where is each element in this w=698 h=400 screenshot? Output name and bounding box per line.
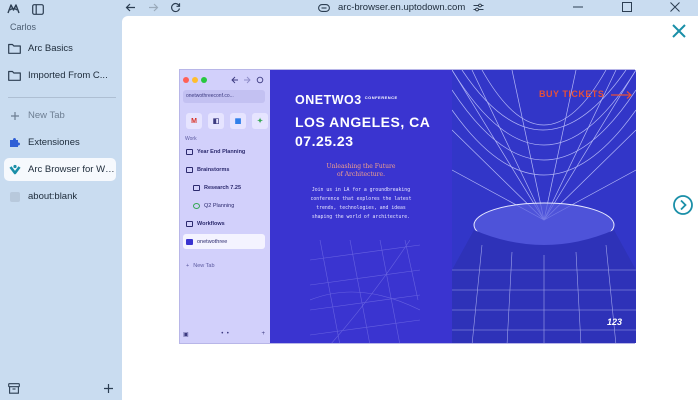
new-tab-button[interactable]: New Tab: [4, 104, 116, 127]
tab-about-blank[interactable]: about:blank: [4, 185, 116, 208]
folder-icon: [8, 43, 21, 54]
hero-subtitle-line: of Architecture.: [336, 171, 385, 178]
add-space-icon[interactable]: [103, 383, 114, 394]
close-lightbox-icon[interactable]: [672, 24, 686, 38]
hero-date: 07.25.23: [295, 133, 354, 149]
hero-city: LOS ANGELES, CA: [295, 114, 431, 130]
space-dots-icon: • •: [221, 331, 229, 337]
screenshot-url-bar: onetwothreeconf.co...: [183, 90, 265, 103]
folder-icon: [193, 184, 200, 191]
folder-icon: [186, 220, 193, 227]
screenshot-tab: Q2 Planning: [190, 198, 272, 213]
profile-name: Carlos: [10, 22, 37, 32]
plus-icon: +: [261, 331, 265, 337]
item-label: Research 7.25: [204, 184, 241, 191]
tab-extensiones[interactable]: Extensiones: [4, 131, 116, 154]
drive-icon: ✦: [252, 113, 268, 129]
hero-body-text: Join us in LA for a groundbreaking confe…: [310, 188, 412, 220]
sidebar-top-controls: [7, 3, 44, 15]
gallery-screenshot: onetwothreeconf.co... M ◧ ▦ ✦ Work Year …: [179, 69, 636, 344]
address-bar[interactable]: arc-browser.en.uptodown.com: [318, 2, 484, 13]
back-icon[interactable]: [125, 2, 136, 13]
architecture-image: BUY TICKETS 123: [452, 70, 636, 343]
window-dots: [183, 77, 207, 83]
item-label: Year End Planning: [197, 148, 246, 155]
arc-menu-icon[interactable]: [7, 3, 20, 15]
folder-label: Imported From C...: [28, 69, 108, 81]
window-close-icon[interactable]: [670, 2, 680, 12]
archive-icon: ▣: [183, 332, 189, 338]
sidebar-divider: [8, 97, 116, 98]
screenshot-nav-icons: [230, 76, 264, 84]
folder-label: Arc Basics: [28, 42, 73, 54]
pinned-app-icon: ◧: [208, 113, 224, 129]
conference-hero: ONETWO3 CONFERENCE LOS ANGELES, CA 07.25.…: [270, 70, 452, 343]
hero-body: Join us in LA for a groundbreaking confe…: [270, 186, 452, 222]
screenshot-new-tab: + New Tab: [183, 258, 265, 273]
tab-favicon: [186, 238, 193, 245]
tab-label: about:blank: [28, 191, 78, 202]
hero-subtitle-line: Unleashing the Future: [326, 163, 396, 170]
dot-green: [201, 77, 207, 83]
item-label: Workflows: [197, 220, 225, 227]
screenshot-tab-selected: onetwothree: [183, 234, 265, 249]
minimize-icon[interactable]: [573, 2, 583, 12]
reload-icon[interactable]: [170, 2, 181, 13]
sidebar: Carlos Arc Basics Imported From C... New…: [0, 0, 122, 400]
folder-icon: [8, 70, 21, 81]
buy-tickets-link: BUY TICKETS: [539, 89, 633, 99]
new-tab-label: New Tab: [28, 110, 65, 121]
web-content: onetwothreeconf.co... M ◧ ▦ ✦ Work Year …: [122, 16, 698, 400]
folder-arc-basics[interactable]: Arc Basics: [4, 36, 118, 60]
item-label: onetwothree: [197, 238, 228, 245]
arc-download-icon: [8, 163, 21, 176]
gmail-icon: M: [186, 113, 202, 129]
brand-logo: 123: [606, 317, 622, 327]
toolbar: arc-browser.en.uptodown.com: [122, 0, 698, 16]
hero-title-text: ONETWO3: [295, 93, 362, 107]
sidebar-toggle-icon[interactable]: [32, 3, 44, 15]
maximize-icon[interactable]: [622, 2, 632, 12]
dot-yellow: [192, 77, 198, 83]
puzzle-icon: [8, 136, 21, 149]
folder-icon: [186, 148, 193, 155]
item-label: Brainstorms: [197, 166, 230, 173]
architecture-graphic: [452, 70, 636, 343]
screenshot-folder: Brainstorms: [183, 162, 265, 177]
next-image-icon[interactable]: [673, 195, 693, 215]
screenshot-folder: Year End Planning: [183, 144, 265, 159]
folder-icon: [186, 166, 193, 173]
map-graphic: [310, 240, 420, 343]
tab-favicon: [193, 202, 200, 209]
item-label: Q2 Planning: [204, 202, 235, 209]
tab-label: Arc Browser for Win...: [28, 164, 116, 175]
archive-icon[interactable]: [8, 383, 20, 394]
url-text: arc-browser.en.uptodown.com: [338, 2, 466, 13]
screenshot-sidebar-bottom: ▣ • • +: [183, 331, 265, 338]
screenshot-section-label: Work: [185, 136, 197, 142]
screenshot-sidebar: onetwothreeconf.co... M ◧ ▦ ✦ Work Year …: [180, 70, 270, 343]
plus-icon: +: [186, 262, 190, 269]
screenshot-folder: Workflows: [183, 216, 265, 231]
forward-icon[interactable]: [148, 2, 159, 13]
item-label: New Tab: [193, 262, 215, 269]
site-info-icon[interactable]: [318, 3, 330, 12]
tab-arc-browser[interactable]: Arc Browser for Win...: [4, 158, 116, 181]
calendar-icon: ▦: [230, 113, 246, 129]
site-controls-icon[interactable]: [473, 3, 484, 12]
sidebar-bottom-controls: [8, 383, 114, 394]
hero-title: ONETWO3 CONFERENCE: [295, 93, 398, 107]
blank-page-icon: [8, 190, 21, 203]
tab-label: Extensiones: [28, 137, 80, 148]
hero-subtitle: Unleashing the Future of Architecture.: [270, 163, 452, 179]
dot-red: [183, 77, 189, 83]
hero-tag: CONFERENCE: [364, 94, 398, 100]
screenshot-folder: Research 7.25: [190, 180, 272, 195]
plus-icon: [8, 109, 21, 122]
buy-tickets-label: BUY TICKETS: [539, 89, 605, 99]
screenshot-favorites: M ◧ ▦ ✦: [186, 113, 268, 129]
folder-imported[interactable]: Imported From C...: [4, 63, 118, 87]
arrow-right-icon: [611, 90, 633, 99]
